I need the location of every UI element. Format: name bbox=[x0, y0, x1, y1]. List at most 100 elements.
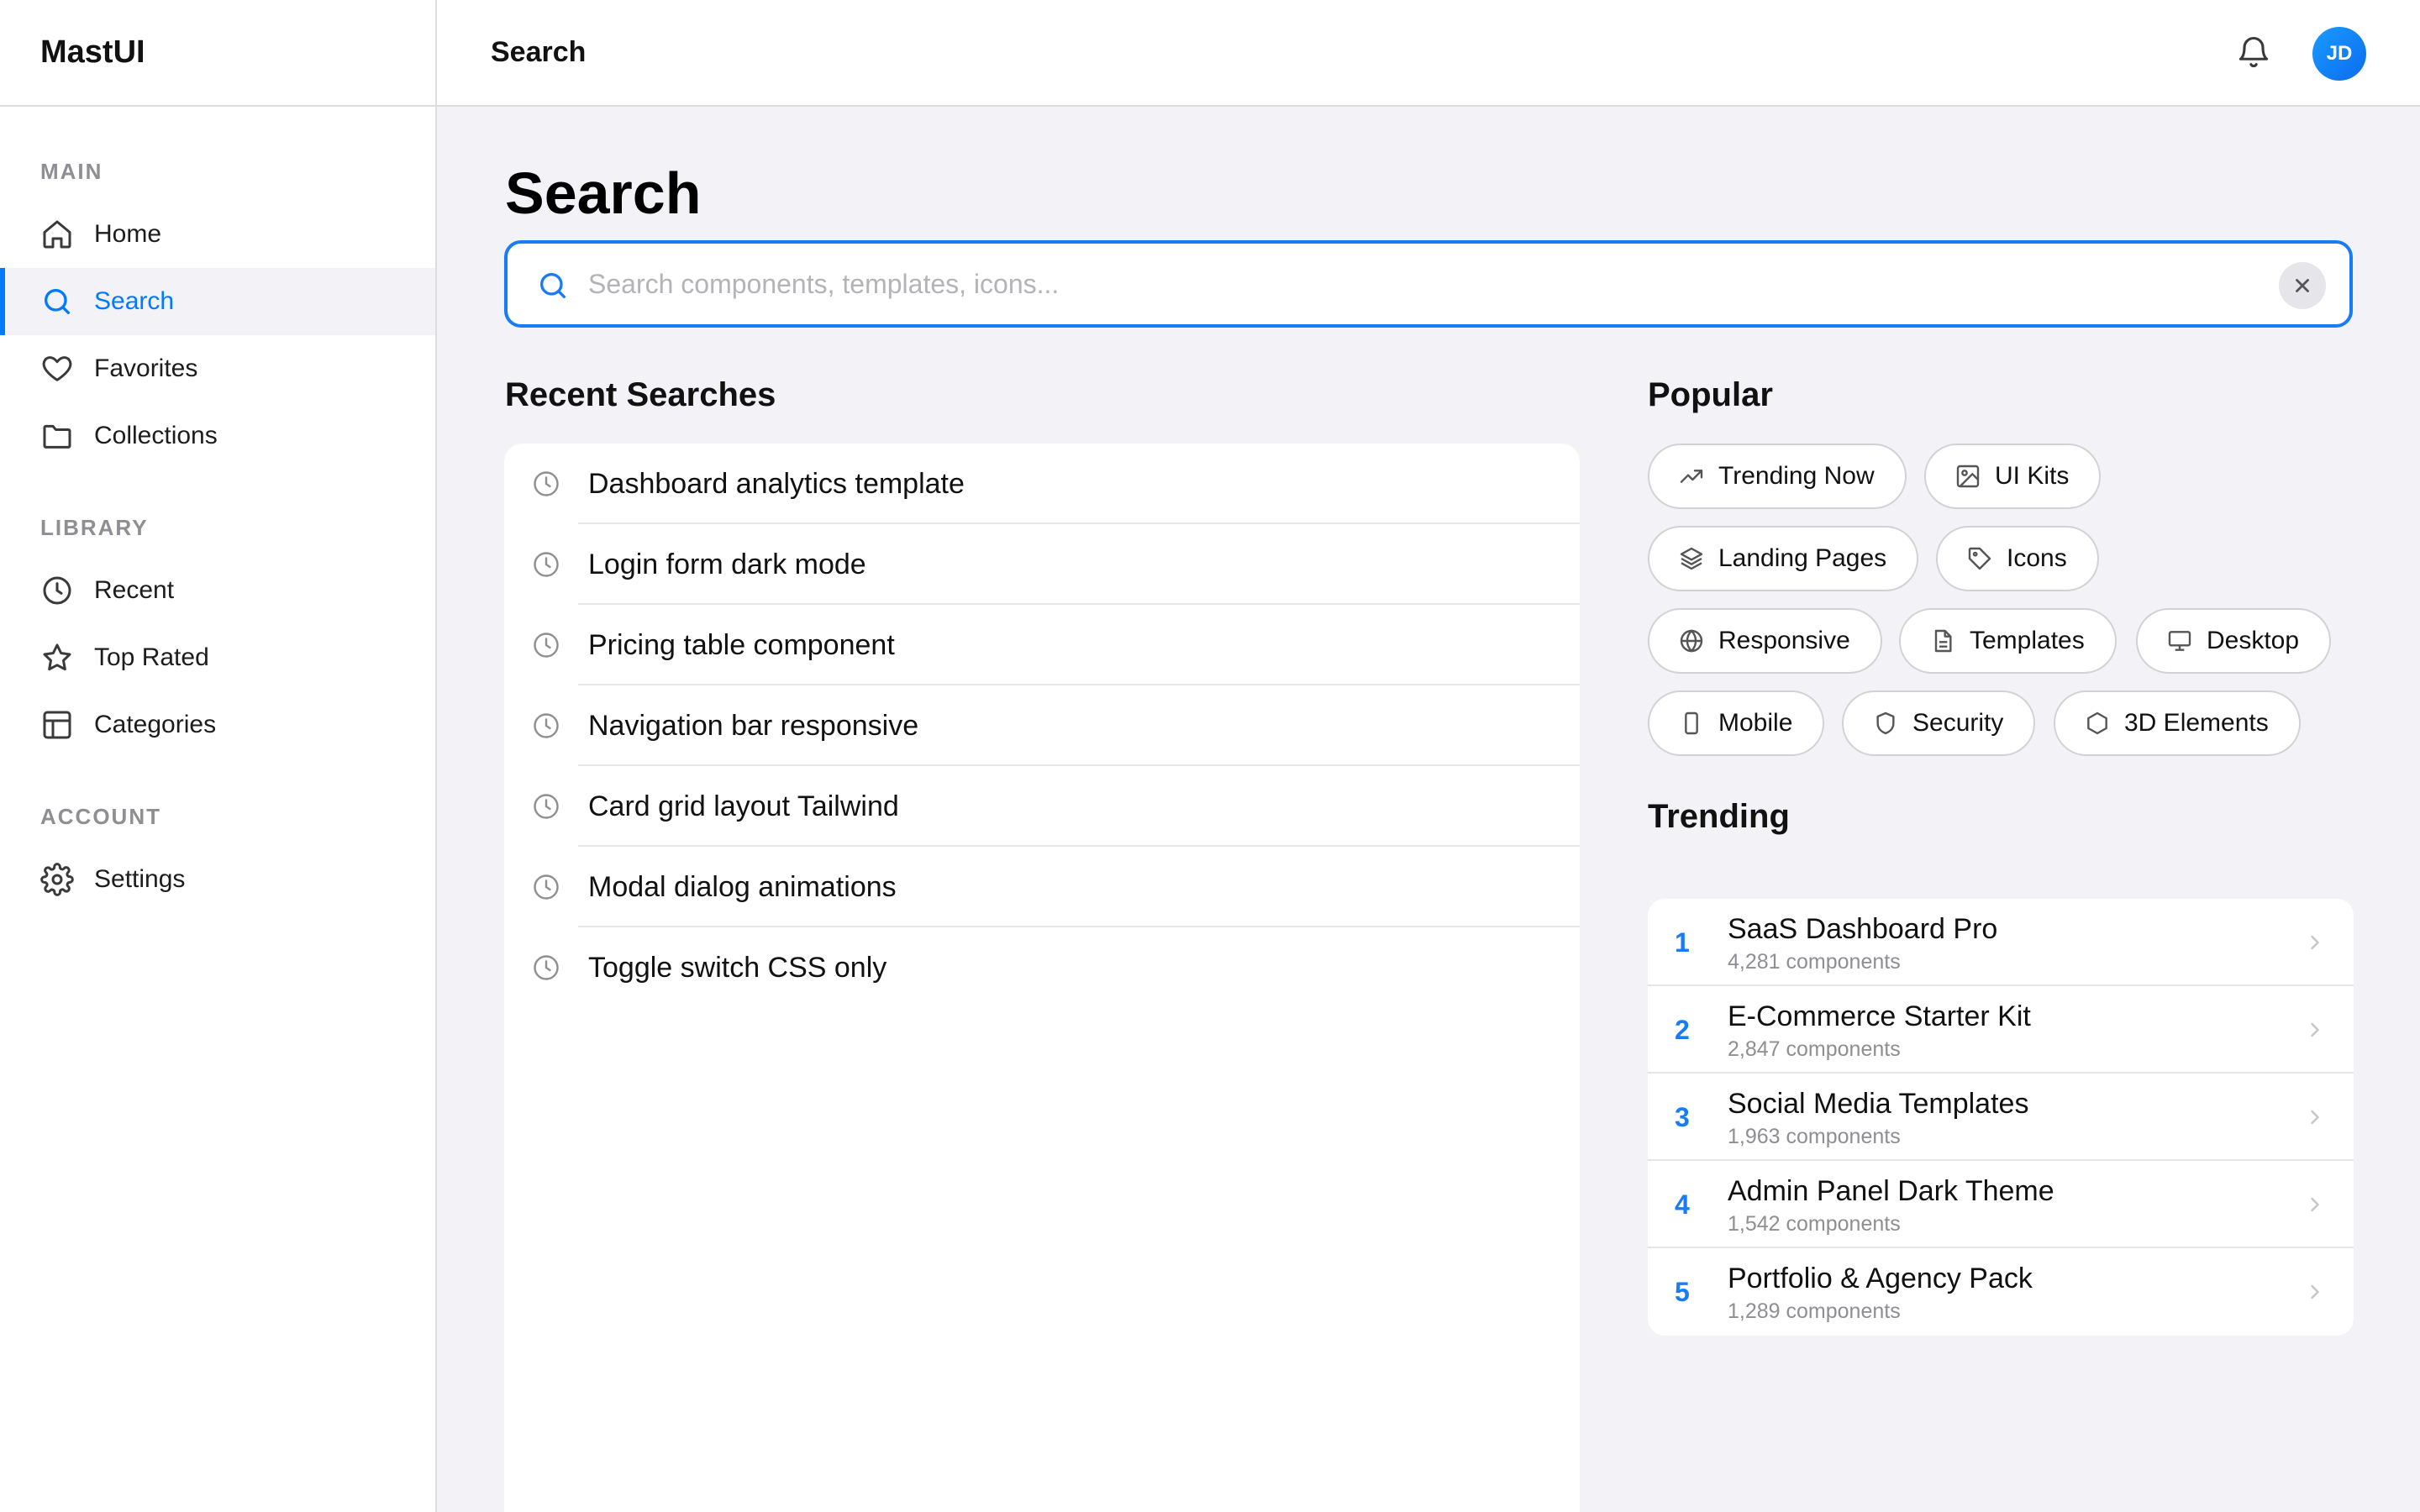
chip-label: Security bbox=[1912, 709, 2004, 737]
chip-label: UI Kits bbox=[1995, 462, 2070, 490]
chip-ui-kits[interactable]: UI Kits bbox=[1924, 444, 2102, 509]
section-label-account: ACCOUNT bbox=[40, 804, 161, 829]
top-bar: Search bbox=[437, 0, 2420, 107]
search-icon bbox=[536, 269, 570, 302]
recent-search-text: Pricing table component bbox=[588, 629, 895, 661]
clock-icon bbox=[40, 574, 74, 607]
chip-templates[interactable]: Templates bbox=[1899, 608, 2117, 674]
trending-item[interactable]: 1 SaaS Dashboard Pro 4,281 components bbox=[1648, 899, 2354, 986]
chip-security[interactable]: Security bbox=[1842, 690, 2036, 756]
recent-search-item[interactable]: Pricing table component bbox=[504, 605, 1580, 685]
sidebar-item-home[interactable]: Home bbox=[0, 201, 435, 268]
smartphone-icon bbox=[1678, 710, 1705, 737]
sidebar-item-favorites[interactable]: Favorites bbox=[0, 335, 435, 402]
section-label-library: LIBRARY bbox=[40, 515, 149, 540]
tag-icon bbox=[1966, 545, 1993, 572]
chip-responsive[interactable]: Responsive bbox=[1648, 608, 1882, 674]
popular-title: Popular bbox=[1648, 376, 1773, 413]
folder-icon bbox=[40, 419, 74, 453]
header-title: Search bbox=[491, 36, 587, 68]
sidebar-item-search[interactable]: Search bbox=[0, 268, 435, 335]
trending-item[interactable]: 3 Social Media Templates 1,963 component… bbox=[1648, 1074, 2354, 1161]
trending-count: 1,963 components bbox=[1728, 1125, 1901, 1148]
clock-icon bbox=[531, 469, 561, 499]
sidebar-item-label: Categories bbox=[94, 711, 217, 738]
clear-search-button[interactable] bbox=[2279, 262, 2326, 309]
recent-search-text: Login form dark mode bbox=[588, 549, 866, 580]
chevron-right-icon bbox=[2303, 1193, 2327, 1216]
sidebar-item-label: Settings bbox=[94, 865, 186, 893]
sidebar-item-settings[interactable]: Settings bbox=[0, 846, 435, 913]
home-icon bbox=[40, 218, 74, 251]
close-icon bbox=[2291, 275, 2313, 297]
sidebar-item-label: Collections bbox=[94, 422, 218, 449]
trending-title: Trending bbox=[1648, 798, 1790, 835]
recent-search-item[interactable]: Dashboard analytics template bbox=[504, 444, 1580, 524]
recent-search-item[interactable]: Login form dark mode bbox=[504, 524, 1580, 605]
nav-section-main: MAIN Home Search Favorites Collections bbox=[0, 107, 435, 470]
trending-name: Social Media Templates bbox=[1728, 1088, 2029, 1120]
trending-rank: 4 bbox=[1675, 1189, 1690, 1220]
layout-icon bbox=[40, 708, 74, 742]
sidebar-item-label: Favorites bbox=[94, 354, 198, 382]
chevron-right-icon bbox=[2303, 1280, 2327, 1304]
recent-searches-title: Recent Searches bbox=[505, 376, 776, 413]
chip-3d-elements[interactable]: 3D Elements bbox=[2054, 690, 2301, 756]
clock-icon bbox=[531, 953, 561, 983]
trending-rank: 5 bbox=[1675, 1277, 1690, 1307]
chip-icons[interactable]: Icons bbox=[1936, 526, 2099, 591]
trending-item[interactable]: 4 Admin Panel Dark Theme 1,542 component… bbox=[1648, 1161, 2354, 1248]
recent-search-text: Toggle switch CSS only bbox=[588, 952, 887, 984]
clock-icon bbox=[531, 872, 561, 902]
chip-mobile[interactable]: Mobile bbox=[1648, 690, 1825, 756]
chip-label: Icons bbox=[2007, 544, 2067, 572]
heart-icon bbox=[40, 352, 74, 386]
search-input[interactable] bbox=[588, 255, 2227, 312]
trending-name: SaaS Dashboard Pro bbox=[1728, 913, 1998, 945]
file-icon bbox=[1929, 627, 1956, 654]
chip-landing-pages[interactable]: Landing Pages bbox=[1648, 526, 1919, 591]
chip-desktop[interactable]: Desktop bbox=[2136, 608, 2332, 674]
chip-label: 3D Elements bbox=[2124, 709, 2269, 737]
sidebar-item-label: Search bbox=[94, 287, 175, 315]
chip-label: Responsive bbox=[1718, 627, 1850, 654]
trending-count: 1,542 components bbox=[1728, 1212, 1901, 1236]
trending-name: Portfolio & Agency Pack bbox=[1728, 1263, 2033, 1294]
search-icon bbox=[40, 285, 74, 318]
chip-label: Landing Pages bbox=[1718, 544, 1887, 572]
bell-icon[interactable] bbox=[2235, 34, 2272, 71]
sidebar-item-categories[interactable]: Categories bbox=[0, 691, 435, 759]
nav-section-library: LIBRARY Recent Top Rated Categories bbox=[0, 470, 435, 759]
trending-count: 4,281 components bbox=[1728, 950, 1901, 974]
chip-trending-now[interactable]: Trending Now bbox=[1648, 444, 1907, 509]
sidebar-item-top-rated[interactable]: Top Rated bbox=[0, 624, 435, 691]
trending-item[interactable]: 5 Portfolio & Agency Pack 1,289 componen… bbox=[1648, 1248, 2354, 1336]
trending-item[interactable]: 2 E-Commerce Starter Kit 2,847 component… bbox=[1648, 986, 2354, 1074]
trending-name: Admin Panel Dark Theme bbox=[1728, 1175, 2054, 1207]
sidebar-item-recent[interactable]: Recent bbox=[0, 557, 435, 624]
star-icon bbox=[40, 641, 74, 675]
recent-search-text: Card grid layout Tailwind bbox=[588, 790, 899, 822]
brand-logo[interactable]: MastUI bbox=[0, 0, 435, 107]
avatar[interactable]: JD bbox=[2312, 27, 2366, 81]
recent-search-item[interactable]: Modal dialog animations bbox=[504, 847, 1580, 927]
clock-icon bbox=[531, 549, 561, 580]
trending-count: 2,847 components bbox=[1728, 1037, 1901, 1061]
recent-search-item[interactable]: Navigation bar responsive bbox=[504, 685, 1580, 766]
sidebar-item-label: Recent bbox=[94, 576, 175, 604]
shield-icon bbox=[1872, 710, 1899, 737]
sidebar-item-collections[interactable]: Collections bbox=[0, 402, 435, 470]
chevron-right-icon bbox=[2303, 1105, 2327, 1129]
recent-search-item[interactable]: Toggle switch CSS only bbox=[504, 927, 1580, 1008]
sidebar: MastUI MAIN Home Search Favorites Collec… bbox=[0, 0, 437, 1512]
trending-list: 1 SaaS Dashboard Pro 4,281 components 2 … bbox=[1648, 899, 2354, 1336]
sidebar-item-label: Top Rated bbox=[94, 643, 209, 671]
chip-label: Trending Now bbox=[1718, 462, 1875, 490]
chevron-right-icon bbox=[2303, 931, 2327, 954]
globe-icon bbox=[1678, 627, 1705, 654]
trending-rank: 1 bbox=[1675, 927, 1690, 958]
search-bar bbox=[504, 240, 2353, 328]
sidebar-item-label: Home bbox=[94, 220, 162, 248]
recent-search-item[interactable]: Card grid layout Tailwind bbox=[504, 766, 1580, 847]
trending-rank: 2 bbox=[1675, 1015, 1690, 1045]
